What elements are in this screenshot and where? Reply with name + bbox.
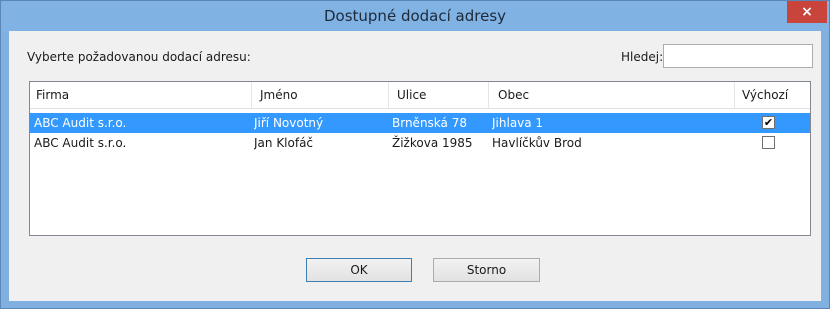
table-row[interactable]: ABC Audit s.r.o. Jiří Novotný Brněnská 7… — [30, 113, 810, 133]
column-separator[interactable] — [388, 82, 389, 108]
column-separator[interactable] — [488, 82, 489, 108]
column-header-vychozi[interactable]: Výchozí — [742, 82, 788, 108]
default-checkbox[interactable]: ✔ — [762, 116, 775, 129]
table-header: Firma Jméno Ulice Obec Výchozí — [30, 82, 810, 109]
cell-jmeno: Jan Klofáč — [254, 136, 314, 150]
address-table[interactable]: Firma Jméno Ulice Obec Výchozí ABC Audit… — [29, 81, 811, 236]
search-input[interactable] — [663, 44, 813, 68]
ok-button[interactable]: OK — [306, 258, 412, 282]
search-label: Hledej: — [621, 50, 664, 64]
column-header-firma[interactable]: Firma — [36, 82, 69, 108]
column-header-ulice[interactable]: Ulice — [397, 82, 426, 108]
close-button[interactable]: × — [787, 1, 827, 23]
cell-ulice: Brněnská 78 — [392, 116, 467, 130]
dialog-title: Dostupné dodací adresy — [323, 7, 507, 25]
dialog-window: Dostupné dodací adresy × Vyberte požadov… — [0, 0, 830, 309]
cell-jmeno: Jiří Novotný — [254, 116, 324, 130]
close-icon: × — [801, 4, 813, 20]
column-header-jmeno[interactable]: Jméno — [260, 82, 298, 108]
title-bar[interactable]: Dostupné dodací adresy × — [1, 1, 829, 31]
column-header-obec[interactable]: Obec — [498, 82, 529, 108]
cell-ulice: Žižkova 1985 — [392, 136, 473, 150]
select-address-prompt: Vyberte požadovanou dodací adresu: — [27, 50, 251, 64]
cell-obec: Havlíčkův Brod — [492, 136, 582, 150]
cancel-button[interactable]: Storno — [433, 258, 540, 282]
default-checkbox[interactable] — [762, 136, 775, 149]
table-row[interactable]: ABC Audit s.r.o. Jan Klofáč Žižkova 1985… — [30, 133, 810, 153]
checkmark-icon: ✔ — [763, 116, 774, 129]
cell-firma: ABC Audit s.r.o. — [34, 136, 127, 150]
cell-firma: ABC Audit s.r.o. — [34, 116, 127, 130]
column-separator[interactable] — [251, 82, 252, 108]
column-separator[interactable] — [734, 82, 735, 108]
cell-obec: Jihlava 1 — [492, 116, 544, 130]
